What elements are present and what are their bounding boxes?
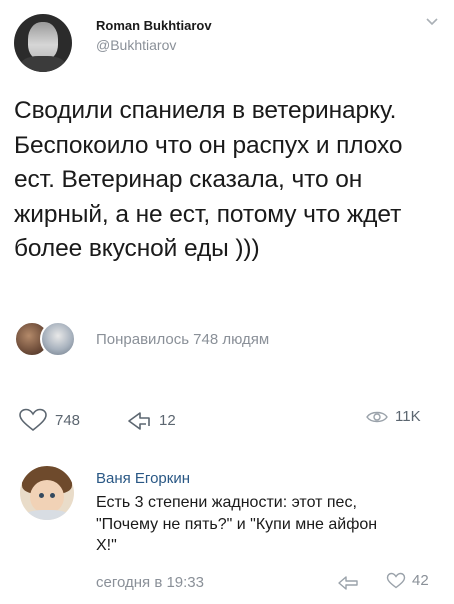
avatar[interactable] — [14, 14, 72, 72]
avatar-eye — [50, 493, 55, 498]
reply-icon[interactable] — [336, 574, 360, 592]
comment-time[interactable]: сегодня в 19:33 — [96, 574, 204, 591]
avatar-face — [30, 480, 64, 514]
eye-icon — [366, 411, 388, 422]
share-button[interactable]: 12 — [126, 408, 176, 432]
views-counter: 11K — [366, 408, 421, 425]
comment-like-count: 42 — [412, 572, 429, 589]
user-handle[interactable]: @Bukhtiarov — [96, 37, 176, 53]
liker-avatar — [40, 321, 76, 357]
heart-icon — [386, 572, 406, 589]
avatar-face — [28, 22, 58, 60]
chevron-down-icon[interactable] — [426, 18, 438, 26]
likers-avatars[interactable] — [14, 315, 94, 357]
share-icon — [128, 412, 150, 430]
views-count: 11K — [395, 408, 421, 425]
comment-text: Есть 3 степени жадности: этот пес, "Поче… — [96, 494, 378, 554]
avatar-eye — [39, 493, 44, 498]
avatar-shirt — [20, 56, 66, 72]
comment-author[interactable]: Ваня Егоркин — [96, 470, 190, 487]
post: Roman Bukhtiarov @Bukhtiarov Сводили спа… — [0, 0, 454, 604]
share-count: 12 — [159, 411, 176, 429]
like-count: 748 — [55, 411, 81, 429]
comment-like-button[interactable]: 42 — [386, 572, 429, 589]
like-button[interactable]: 748 — [18, 408, 80, 432]
user-name[interactable]: Roman Bukhtiarov — [96, 18, 212, 33]
heart-icon — [19, 408, 47, 432]
comment-avatar[interactable] — [20, 466, 74, 520]
tweet-text: Сводили спаниеля в ветеринарку. Беспокои… — [14, 97, 403, 262]
likes-summary[interactable]: Понравилось 748 людям — [96, 331, 269, 348]
avatar-shirt — [24, 510, 70, 520]
